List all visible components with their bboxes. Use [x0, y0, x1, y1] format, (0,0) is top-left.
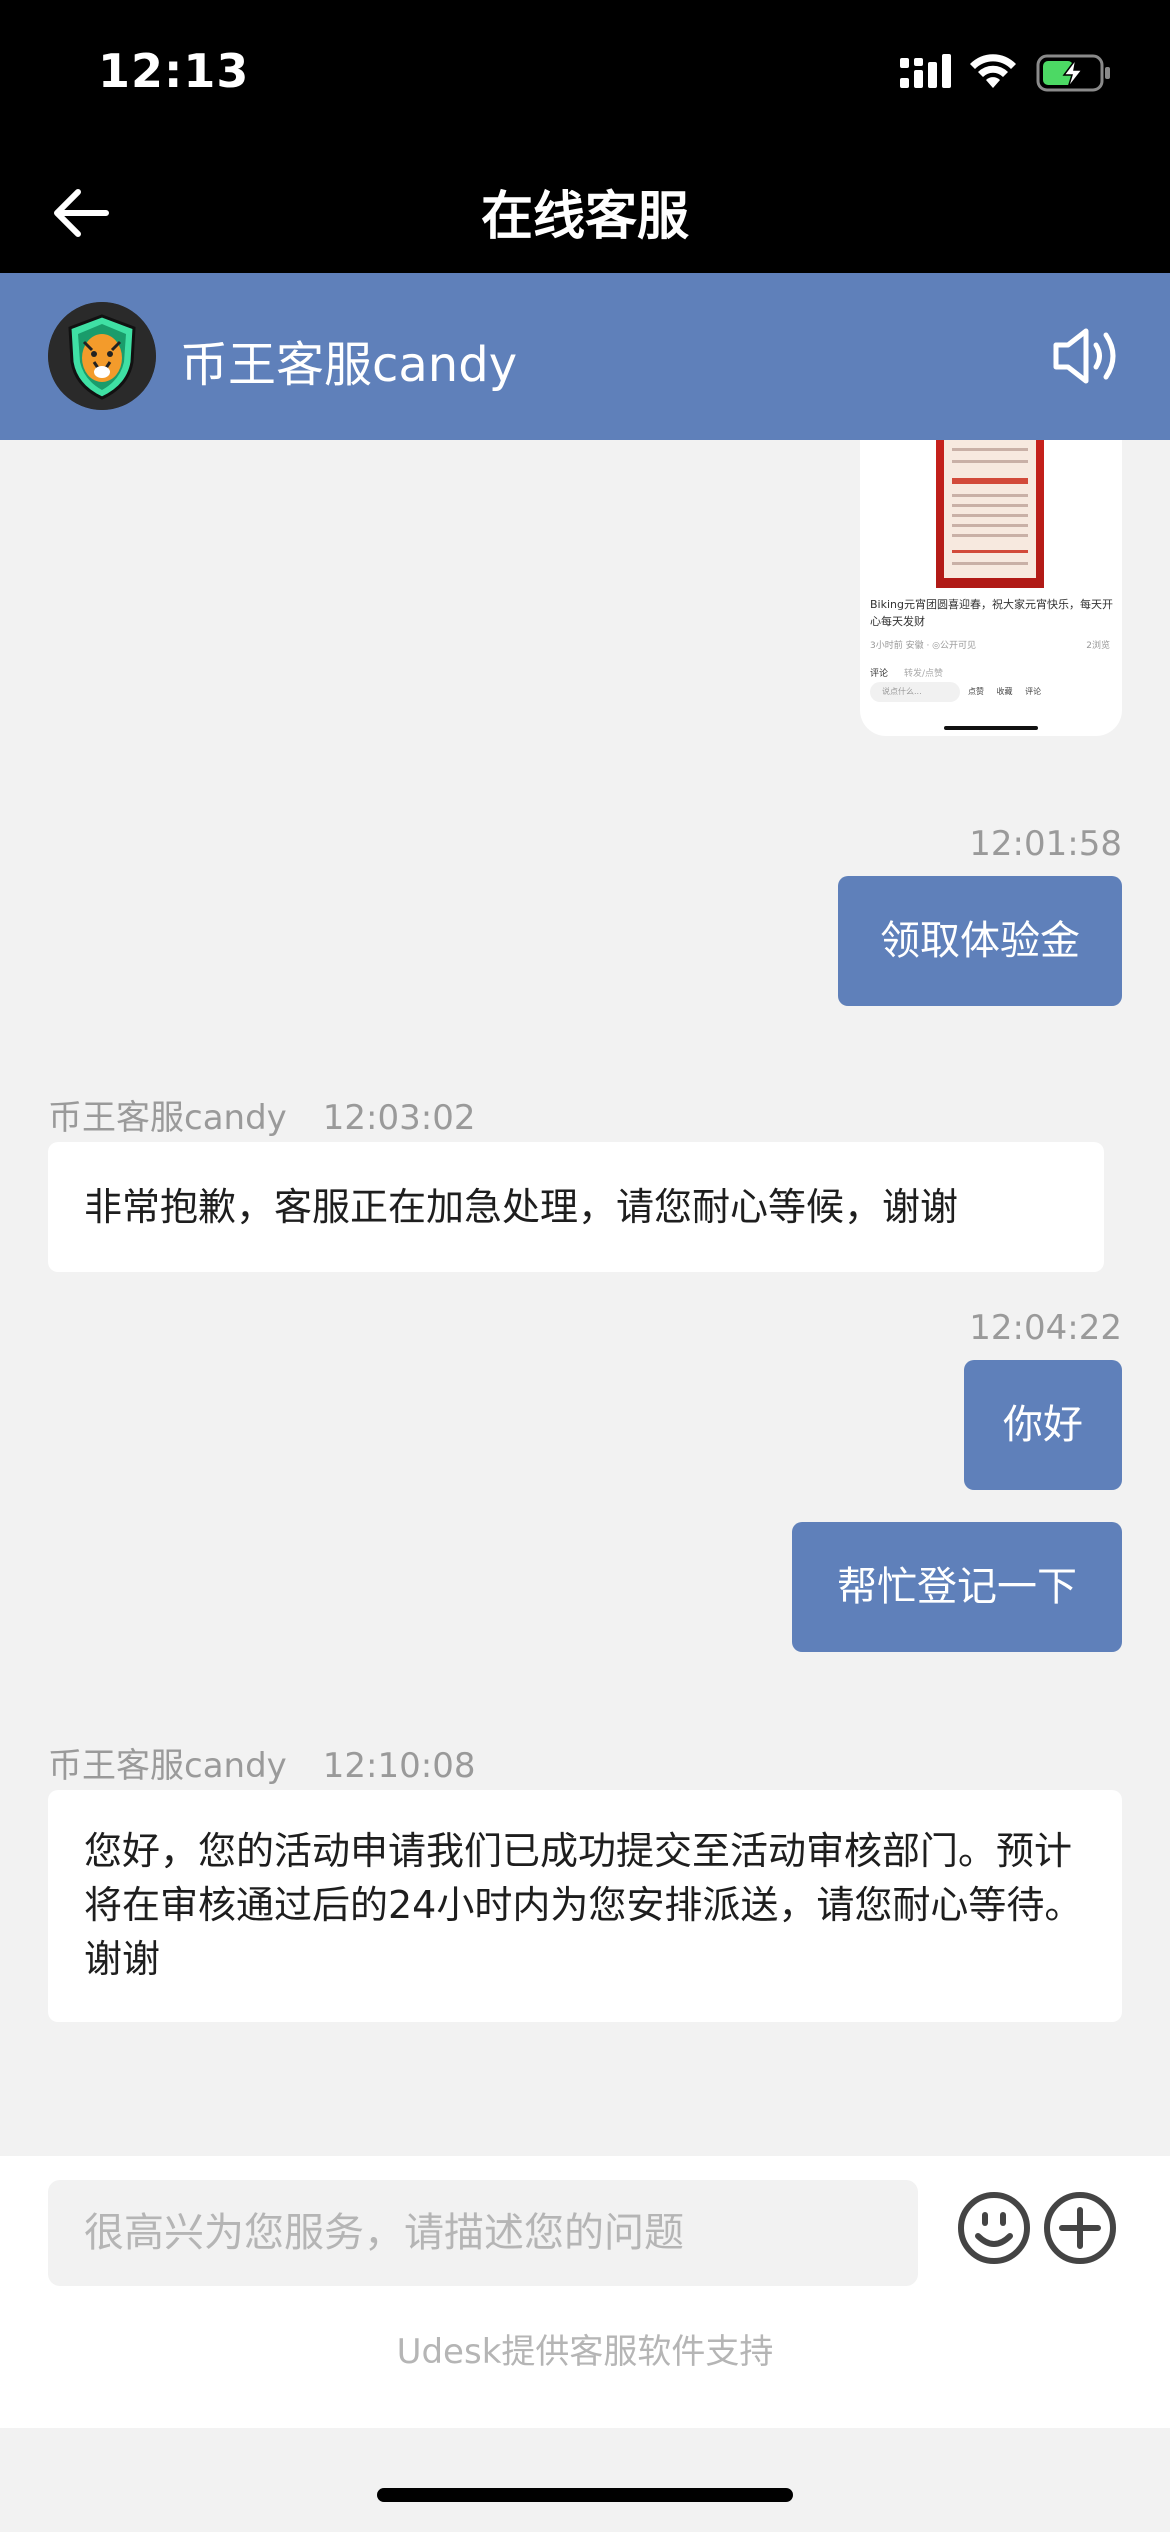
- card-tab-comments: 评论: [870, 669, 889, 679]
- agent-name: 币王客服candy: [180, 337, 518, 393]
- message-timestamp: 12:10:08: [322, 1746, 476, 1786]
- message-timestamp: 12:04:22: [969, 1308, 1122, 1348]
- agent-header: 币王客服candy: [0, 273, 1170, 440]
- input-area: Udesk提供客服软件支持: [0, 2156, 1170, 2428]
- card-caption: Biking元宵团圆喜迎春，祝大家元宵快乐，每天开心每天发财: [870, 598, 1113, 628]
- nav-bar: 在线客服: [0, 150, 1170, 273]
- card-tab-other: 转发/点赞: [904, 669, 944, 679]
- message-timestamp: 12:03:02: [322, 1098, 476, 1138]
- home-indicator: [377, 2488, 793, 2502]
- card-comment: 评论: [1025, 687, 1042, 696]
- sound-button[interactable]: [1050, 323, 1124, 389]
- signal-icon: [900, 54, 951, 88]
- agent-avatar: [48, 302, 156, 410]
- message-timestamp: 12:01:58: [969, 824, 1122, 864]
- card-home-bar: [944, 726, 1038, 730]
- message-bubble-out[interactable]: 你好: [964, 1360, 1122, 1490]
- message-input[interactable]: [48, 2180, 918, 2286]
- plus-button[interactable]: [1042, 2190, 1118, 2266]
- battery-charging-icon: [1036, 54, 1110, 92]
- message-bubble-out[interactable]: 领取体验金: [838, 876, 1122, 1006]
- card-meta: 3小时前 安徽 · ◎公开可见: [870, 641, 977, 651]
- sender-name: 币王客服candy: [48, 1746, 287, 1786]
- smiley-icon: [958, 2192, 1030, 2264]
- poster-image: [936, 440, 1044, 588]
- message-sender: 币王客服candy 12:10:08: [48, 1738, 475, 1787]
- status-icons: [898, 50, 1118, 100]
- sender-name: 币王客服candy: [48, 1098, 287, 1138]
- plus-circle-icon: [1044, 2192, 1116, 2264]
- message-bubble-in[interactable]: 非常抱歉，客服正在加急处理，请您耐心等候，谢谢: [48, 1142, 1104, 1272]
- message-bubble-out[interactable]: 帮忙登记一下: [792, 1522, 1122, 1652]
- card-comment-input: 说点什么...: [870, 682, 960, 702]
- wifi-icon: [970, 54, 1016, 88]
- tiger-shield-icon: [48, 302, 156, 410]
- status-bar: 12:13: [0, 0, 1170, 150]
- chat-area[interactable]: Biking元宵团圆喜迎春，祝大家元宵快乐，每天开心每天发财 3小时前 安徽 ·…: [0, 440, 1170, 2156]
- emoji-button[interactable]: [956, 2190, 1032, 2266]
- card-favorite: 收藏: [996, 687, 1013, 696]
- card-views: 2浏览: [1086, 641, 1110, 651]
- speaker-icon: [1053, 328, 1116, 384]
- message-bubble-in[interactable]: 您好，您的活动申请我们已成功提交至活动审核部门。预计将在审核通过后的24小时内为…: [48, 1790, 1122, 2022]
- image-message[interactable]: Biking元宵团圆喜迎春，祝大家元宵快乐，每天开心每天发财 3小时前 安徽 ·…: [860, 440, 1122, 736]
- page-title: 在线客服: [480, 187, 689, 247]
- card-actions: 点赞 收藏 评论: [968, 686, 1118, 697]
- powered-by: Udesk提供客服软件支持: [396, 2332, 774, 2372]
- card-like: 点赞: [968, 687, 984, 696]
- status-time: 12:13: [98, 44, 250, 98]
- message-sender: 币王客服candy 12:03:02: [48, 1090, 475, 1139]
